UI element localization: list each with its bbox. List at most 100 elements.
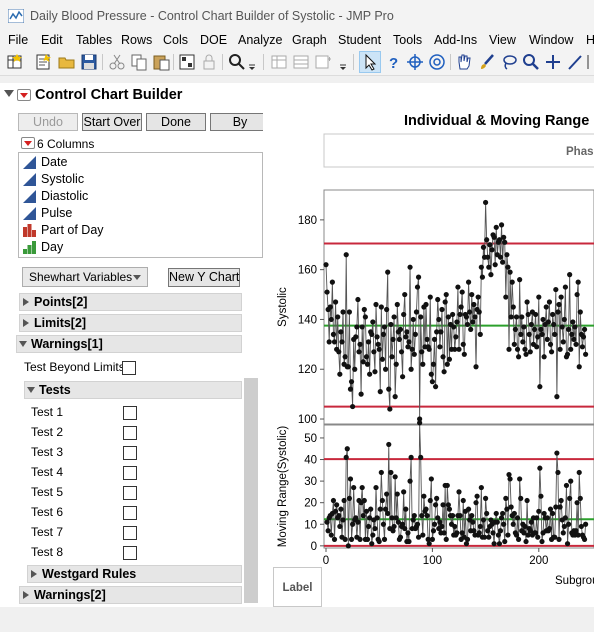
- data-point: [394, 491, 400, 497]
- brush-tool-icon[interactable]: [478, 53, 496, 71]
- table-a-icon[interactable]: [270, 53, 288, 71]
- hand-tool-icon[interactable]: [455, 53, 473, 71]
- menu-doe[interactable]: DOE: [200, 33, 227, 47]
- data-point: [401, 489, 407, 495]
- save-icon[interactable]: [80, 53, 98, 71]
- help-tool-icon[interactable]: ?: [385, 53, 403, 71]
- y-tick-label: 10: [304, 519, 317, 531]
- magnifier-tool-icon[interactable]: [522, 53, 540, 71]
- new-data-table-icon[interactable]: [6, 53, 24, 71]
- menu-rows[interactable]: Rows: [121, 33, 152, 47]
- warnings1-outline[interactable]: Warnings[1]: [16, 335, 242, 353]
- lasso-tool-icon[interactable]: [500, 53, 518, 71]
- menu-cols[interactable]: Cols: [163, 33, 188, 47]
- menu-view[interactable]: View: [489, 33, 516, 47]
- line-tool-icon[interactable]: [566, 53, 584, 71]
- red-triangle-menu-icon[interactable]: [17, 89, 31, 101]
- columns-menu-icon[interactable]: [21, 137, 35, 149]
- data-point: [522, 346, 528, 352]
- column-item-diastolic[interactable]: Diastolic: [23, 188, 253, 205]
- menu-graph[interactable]: Graph: [292, 33, 327, 47]
- menu-file[interactable]: File: [8, 33, 28, 47]
- new-y-chart-button[interactable]: New Y Chart: [168, 268, 240, 287]
- overflow-icon[interactable]: [247, 53, 257, 71]
- data-point: [581, 536, 588, 542]
- menu-analyze[interactable]: Analyze: [238, 33, 282, 47]
- crosshair-tool-icon[interactable]: [406, 53, 424, 71]
- arrow-tool-icon[interactable]: [361, 53, 379, 71]
- westgard-rules-outline[interactable]: Westgard Rules: [27, 565, 242, 583]
- test-beyond-limits-checkbox[interactable]: [122, 361, 136, 375]
- menu-student[interactable]: Student: [338, 33, 381, 47]
- column-item-date[interactable]: Date: [23, 154, 253, 171]
- outline-label: Westgard Rules: [42, 567, 137, 581]
- chart-title: Individual & Moving Range: [404, 113, 589, 129]
- done-button[interactable]: Done: [146, 113, 206, 131]
- plus-tool-icon[interactable]: [544, 53, 562, 71]
- data-point: [517, 277, 523, 283]
- label-drop-zone[interactable]: Label: [273, 567, 322, 607]
- test-8-checkbox[interactable]: [123, 546, 137, 560]
- overflow-icon[interactable]: [338, 53, 348, 71]
- copy-icon[interactable]: [130, 53, 148, 71]
- overflow-icon[interactable]: [586, 53, 594, 71]
- menu-add-ins[interactable]: Add-Ins: [434, 33, 477, 47]
- lock-icon[interactable]: [200, 53, 218, 71]
- data-point: [469, 513, 475, 519]
- open-icon[interactable]: [58, 53, 76, 71]
- data-point: [394, 301, 400, 308]
- test-6-checkbox[interactable]: [123, 506, 137, 520]
- column-item-day[interactable]: Day: [23, 239, 253, 256]
- phase-drop-zone[interactable]: [323, 133, 594, 168]
- undo-button[interactable]: Undo: [18, 113, 78, 131]
- tests-outline[interactable]: Tests: [24, 381, 242, 399]
- column-item-part-of-day[interactable]: Part of Day: [23, 222, 253, 239]
- test-5-checkbox[interactable]: [123, 486, 137, 500]
- menu-help[interactable]: H: [586, 33, 594, 47]
- report-icon[interactable]: [178, 53, 196, 71]
- data-point: [357, 536, 363, 542]
- new-script-icon[interactable]: [34, 53, 52, 71]
- y-tick-label: 100: [298, 414, 317, 426]
- options-scrollbar[interactable]: [244, 378, 258, 603]
- outline-label: Tests: [39, 383, 71, 397]
- menu-edit[interactable]: Edit: [41, 33, 63, 47]
- data-point: [471, 528, 477, 534]
- disclosure-icon[interactable]: [4, 90, 14, 97]
- data-point: [538, 326, 544, 333]
- table-b-icon[interactable]: [292, 53, 310, 71]
- data-point: [469, 291, 475, 298]
- points-outline[interactable]: Points[2]: [19, 293, 242, 311]
- data-point: [534, 344, 540, 350]
- data-point: [509, 279, 515, 285]
- warnings2-outline[interactable]: Warnings[2]: [19, 586, 242, 604]
- menu-window[interactable]: Window: [529, 33, 573, 47]
- cut-icon[interactable]: [108, 53, 126, 71]
- test-3-checkbox[interactable]: [123, 446, 137, 460]
- data-point: [397, 534, 404, 540]
- column-item-systolic[interactable]: Systolic: [23, 171, 253, 188]
- data-point: [378, 469, 384, 476]
- data-point: [458, 304, 464, 310]
- start-over-button[interactable]: Start Over: [82, 113, 142, 131]
- column-item-pulse[interactable]: Pulse: [23, 205, 253, 222]
- data-point: [374, 334, 380, 340]
- limits-outline[interactable]: Limits[2]: [19, 314, 242, 332]
- data-point: [569, 331, 575, 337]
- paste-icon[interactable]: [152, 53, 170, 71]
- menu-tables[interactable]: Tables: [76, 33, 112, 47]
- data-point: [414, 284, 421, 290]
- test-1-checkbox[interactable]: [123, 406, 137, 420]
- menu-tools[interactable]: Tools: [393, 33, 422, 47]
- data-point: [506, 346, 512, 352]
- test-4-checkbox[interactable]: [123, 466, 137, 480]
- table-c-icon[interactable]: [314, 53, 332, 71]
- by-button[interactable]: By: [210, 113, 270, 131]
- search-icon[interactable]: [228, 53, 246, 71]
- data-point: [583, 351, 589, 357]
- test-2-checkbox[interactable]: [123, 426, 137, 440]
- chart-type-dropdown[interactable]: Shewhart Variables: [22, 267, 148, 287]
- target-tool-icon[interactable]: [428, 53, 446, 71]
- test-7-checkbox[interactable]: [123, 526, 137, 540]
- data-point: [419, 349, 425, 355]
